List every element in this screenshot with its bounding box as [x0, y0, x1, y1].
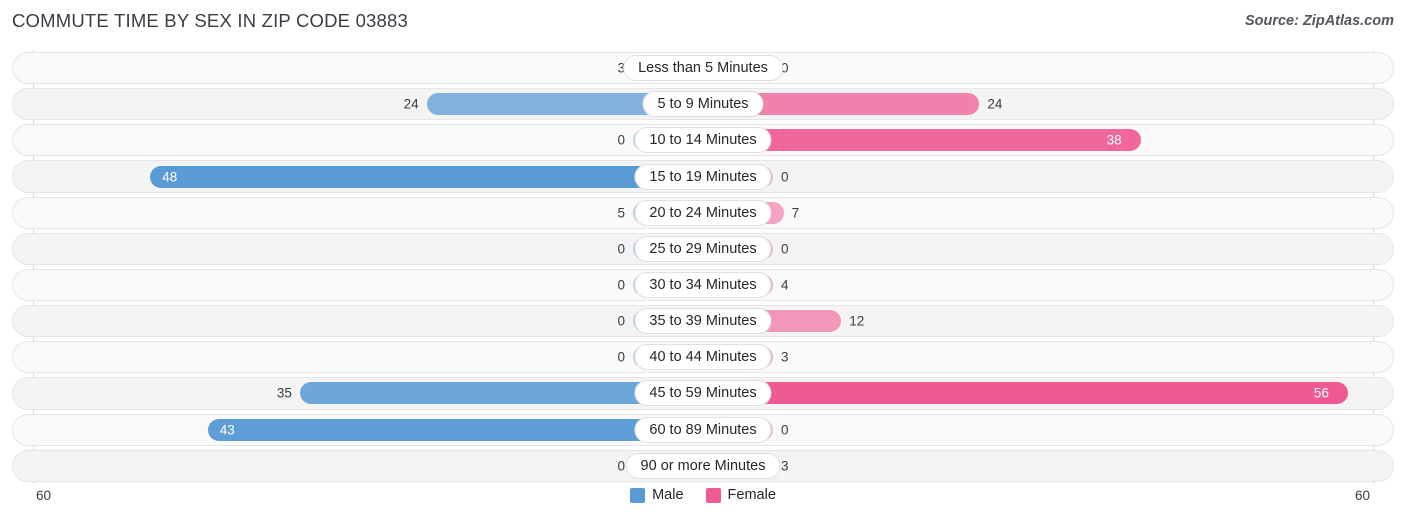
- value-label-female: 56: [1313, 385, 1329, 401]
- value-label-female: 7: [791, 205, 800, 221]
- chart-row: 5 7 20 to 24 Minutes: [0, 195, 1406, 231]
- value-label-female: 0: [781, 241, 789, 257]
- value-label-female: 12: [849, 313, 865, 329]
- value-label-male: 0: [617, 277, 625, 293]
- value-label-female: 24: [987, 96, 1003, 112]
- value-label-female: 38: [1106, 132, 1122, 148]
- category-label: 60 to 89 Minutes: [634, 416, 772, 443]
- source-attribution: Source: ZipAtlas.com: [1244, 13, 1394, 29]
- category-label: 20 to 24 Minutes: [634, 199, 772, 226]
- chart-row: 35 56 45 to 59 Minutes: [0, 375, 1406, 411]
- category-label: 45 to 59 Minutes: [634, 380, 772, 407]
- value-label-male: 35: [276, 385, 292, 401]
- chart-row: 0 3 40 to 44 Minutes: [0, 339, 1406, 375]
- chart-row: 0 3 90 or more Minutes: [0, 448, 1406, 484]
- legend-label-male: Male: [652, 487, 684, 503]
- category-label: 10 to 14 Minutes: [634, 127, 772, 154]
- chart-row: 24 24 5 to 9 Minutes: [0, 86, 1406, 122]
- legend: Male Female: [0, 487, 1406, 503]
- value-label-male: 43: [219, 422, 235, 438]
- plot-area: 3 0 Less than 5 Minutes 24 24 5 to 9 Minutes 0…: [0, 50, 1406, 484]
- value-label-female: 4: [781, 277, 789, 293]
- chart-row: 0 0 25 to 29 Minutes: [0, 231, 1406, 267]
- legend-item-male[interactable]: Male: [630, 487, 684, 503]
- category-label: 25 to 29 Minutes: [634, 235, 772, 262]
- chart-row: 0 12 35 to 39 Minutes: [0, 303, 1406, 339]
- value-label-female: 3: [781, 349, 789, 365]
- value-label-male: 0: [617, 313, 625, 329]
- chart-row: 3 0 Less than 5 Minutes: [0, 50, 1406, 86]
- legend-swatch-male: [630, 487, 646, 503]
- value-label-male: 48: [162, 169, 178, 185]
- bar-male[interactable]: [207, 418, 703, 441]
- value-label-female: 0: [781, 422, 789, 438]
- value-label-female: 0: [781, 169, 789, 185]
- legend-item-female[interactable]: Female: [705, 487, 776, 503]
- chart-row: 0 4 30 to 34 Minutes: [0, 267, 1406, 303]
- commute-time-chart: COMMUTE TIME BY SEX IN ZIP CODE 03883 So…: [0, 0, 1406, 523]
- value-label-male: 0: [617, 349, 625, 365]
- chart-row: 43 0 60 to 89 Minutes: [0, 412, 1406, 448]
- category-label: 35 to 39 Minutes: [634, 308, 772, 335]
- legend-swatch-female: [705, 487, 721, 503]
- category-label: 15 to 19 Minutes: [634, 163, 772, 190]
- value-label-male: 0: [617, 132, 625, 148]
- value-label-male: 0: [617, 241, 625, 257]
- legend-label-female: Female: [727, 487, 776, 503]
- category-label: Less than 5 Minutes: [623, 55, 783, 82]
- chart-row: 48 0 15 to 19 Minutes: [0, 158, 1406, 194]
- chart-row: 0 38 10 to 14 Minutes: [0, 122, 1406, 158]
- bar-male[interactable]: [150, 165, 703, 188]
- category-label: 5 to 9 Minutes: [642, 91, 764, 118]
- category-label: 30 to 34 Minutes: [634, 272, 772, 299]
- bar-female[interactable]: [703, 382, 1348, 405]
- category-label: 90 or more Minutes: [625, 452, 781, 479]
- value-label-female: 3: [781, 458, 789, 474]
- page-title: COMMUTE TIME BY SEX IN ZIP CODE 03883: [12, 10, 409, 31]
- value-label-male: 0: [617, 458, 625, 474]
- value-label-male: 24: [403, 96, 419, 112]
- value-label-male: 5: [617, 205, 625, 221]
- category-label: 40 to 44 Minutes: [634, 344, 772, 371]
